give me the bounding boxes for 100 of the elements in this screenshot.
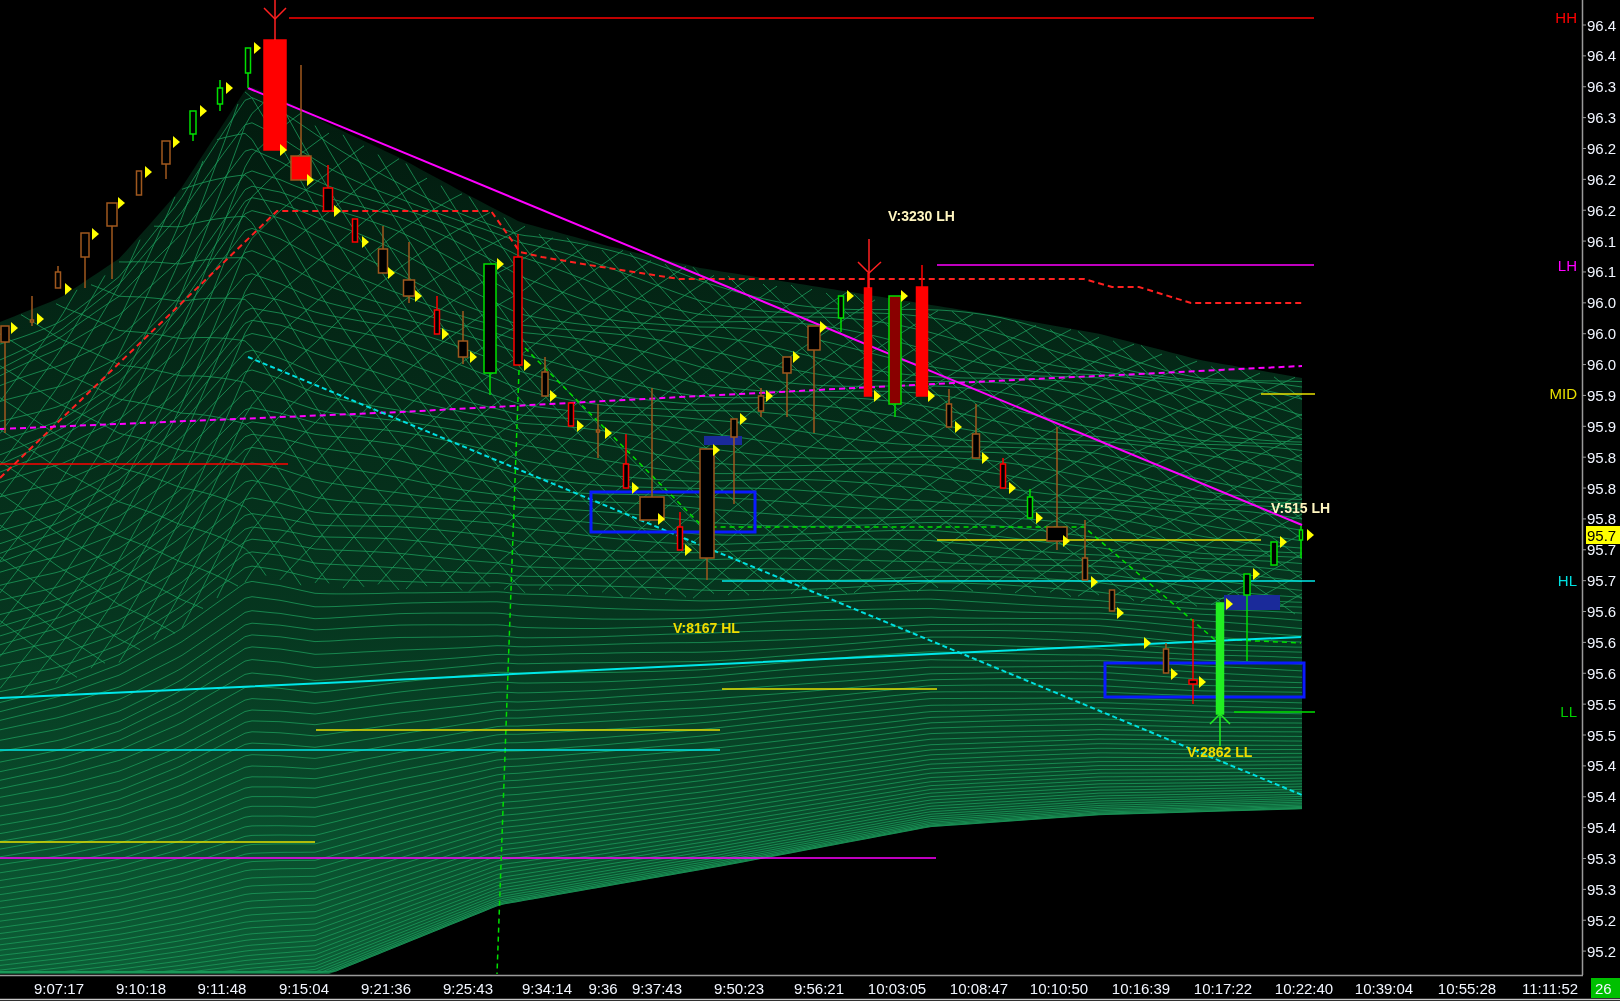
candlestick bbox=[1081, 519, 1089, 581]
time-tick-label: 10:22:40 bbox=[1274, 980, 1334, 997]
price-tick-label: 96.3 bbox=[1587, 109, 1617, 127]
triangle-marker-icon bbox=[605, 427, 612, 439]
level-label: MID bbox=[1549, 385, 1577, 402]
candlestick bbox=[541, 356, 549, 397]
triangle-marker-icon bbox=[1226, 598, 1233, 610]
candlestick bbox=[80, 232, 90, 289]
price-tick-label: 96.1 bbox=[1587, 232, 1617, 250]
triangle-marker-icon bbox=[37, 313, 44, 325]
triangle-marker-icon bbox=[1009, 482, 1016, 494]
time-tick-label: 9:21:36 bbox=[361, 980, 411, 997]
price-tick-label: 95.7 bbox=[1587, 541, 1617, 559]
time-tick-label: 9:15:04 bbox=[279, 980, 329, 997]
time-tick-label: 9:37:43 bbox=[632, 980, 682, 997]
candlestick bbox=[54, 265, 62, 289]
price-tick-label: 95.2 bbox=[1587, 942, 1617, 960]
candlestick bbox=[29, 295, 35, 327]
candlestick bbox=[676, 511, 684, 551]
triangle-marker-icon bbox=[226, 82, 233, 94]
triangle-marker-icon bbox=[901, 290, 908, 302]
time-tick-label: 9:36 bbox=[588, 980, 618, 997]
price-tick-label: 95.9 bbox=[1587, 386, 1617, 404]
candlestick bbox=[971, 403, 981, 459]
triangle-marker-icon bbox=[1253, 568, 1260, 580]
triangle-marker-icon bbox=[847, 290, 854, 302]
level-label: HL bbox=[1557, 572, 1577, 589]
time-tick-label: 9:11:48 bbox=[197, 980, 247, 997]
price-tick-label: 95.4 bbox=[1587, 819, 1617, 837]
price-tick-label: 96.1 bbox=[1587, 263, 1617, 281]
price-tick-label: 96.2 bbox=[1587, 170, 1617, 188]
up-arrow-icon bbox=[1209, 712, 1231, 747]
candlestick bbox=[377, 225, 389, 274]
triangle-marker-icon bbox=[793, 351, 800, 363]
triangle-marker-icon bbox=[200, 105, 207, 117]
triangle-marker-icon bbox=[658, 513, 665, 525]
candlestick bbox=[837, 295, 845, 333]
triangle-marker-icon bbox=[874, 390, 881, 402]
triangle-marker-icon bbox=[1117, 607, 1124, 619]
candlestick bbox=[757, 387, 765, 418]
level-label: LH bbox=[1557, 257, 1577, 274]
time-tick-label: 9:07:17 bbox=[34, 980, 84, 997]
candlestick bbox=[567, 402, 575, 427]
zone-marker bbox=[704, 436, 742, 445]
price-tick-label: 95.8 bbox=[1587, 448, 1617, 466]
candlestick bbox=[216, 79, 224, 112]
candlestick bbox=[161, 140, 171, 180]
triangle-marker-icon bbox=[118, 197, 125, 209]
time-tick-label: 10:08:47 bbox=[949, 980, 1009, 997]
candlestick bbox=[595, 403, 601, 459]
triangle-marker-icon bbox=[713, 444, 720, 456]
level-line bbox=[1260, 393, 1316, 395]
triangle-marker-icon bbox=[145, 166, 152, 178]
triangle-marker-icon bbox=[280, 144, 287, 156]
triangle-marker-icon bbox=[1280, 536, 1287, 548]
price-tick-label: 96.3 bbox=[1587, 78, 1617, 96]
triangle-marker-icon bbox=[442, 328, 449, 340]
price-tick-label: 95.6 bbox=[1587, 633, 1617, 651]
time-tick-label: 10:03:05 bbox=[867, 980, 927, 997]
time-tick-label: 9:34:14 bbox=[522, 980, 572, 997]
candlestick bbox=[782, 356, 792, 418]
candlestick bbox=[1270, 541, 1278, 566]
candlestick bbox=[135, 170, 143, 196]
triangle-marker-icon bbox=[1091, 576, 1098, 588]
candlestick bbox=[945, 388, 953, 428]
time-tick-label: 10:55:28 bbox=[1437, 980, 1497, 997]
price-tick-label: 95.4 bbox=[1587, 757, 1617, 775]
candlestick bbox=[189, 110, 197, 142]
candlestick bbox=[999, 457, 1007, 489]
level-label: HH bbox=[1555, 9, 1577, 26]
triangle-marker-icon bbox=[334, 205, 341, 217]
price-tick-label: 95.6 bbox=[1587, 664, 1617, 682]
triangle-marker-icon bbox=[740, 413, 747, 425]
candlestick bbox=[622, 433, 630, 489]
level-label: LL bbox=[1560, 703, 1577, 720]
price-tick-label: 96.4 bbox=[1587, 16, 1617, 34]
time-tick-label: 9:50:23 bbox=[714, 980, 764, 997]
price-tick-label: 96.4 bbox=[1587, 47, 1617, 65]
volume-annotation: V:515 LH bbox=[1271, 500, 1331, 516]
triangle-marker-icon bbox=[470, 351, 477, 363]
price-tick-label: 95.3 bbox=[1587, 850, 1617, 867]
price-tick-label: 95.9 bbox=[1587, 417, 1617, 435]
triangle-marker-icon bbox=[632, 482, 639, 494]
current-price-tag: 95.7 bbox=[1586, 526, 1620, 544]
time-tick-label: 10:10:50 bbox=[1029, 980, 1089, 997]
candlestick bbox=[351, 218, 359, 243]
price-tick-label: 95.8 bbox=[1587, 479, 1617, 497]
triangle-marker-icon bbox=[685, 544, 692, 556]
time-tick-label: 9:10:18 bbox=[116, 980, 166, 997]
price-tick-label: 96.0 bbox=[1587, 356, 1617, 374]
triangle-marker-icon bbox=[766, 390, 773, 402]
price-tick-label: 95.5 bbox=[1587, 695, 1617, 713]
triangle-marker-icon bbox=[92, 228, 99, 240]
candlestick bbox=[1298, 525, 1304, 559]
candlestick bbox=[1108, 589, 1116, 612]
triangle-marker-icon bbox=[362, 236, 369, 248]
volume-annotation: V:3230 LH bbox=[888, 208, 955, 224]
price-tick-label: 96.0 bbox=[1587, 325, 1617, 343]
triangle-marker-icon bbox=[307, 174, 314, 186]
triangle-marker-icon bbox=[1307, 529, 1314, 541]
